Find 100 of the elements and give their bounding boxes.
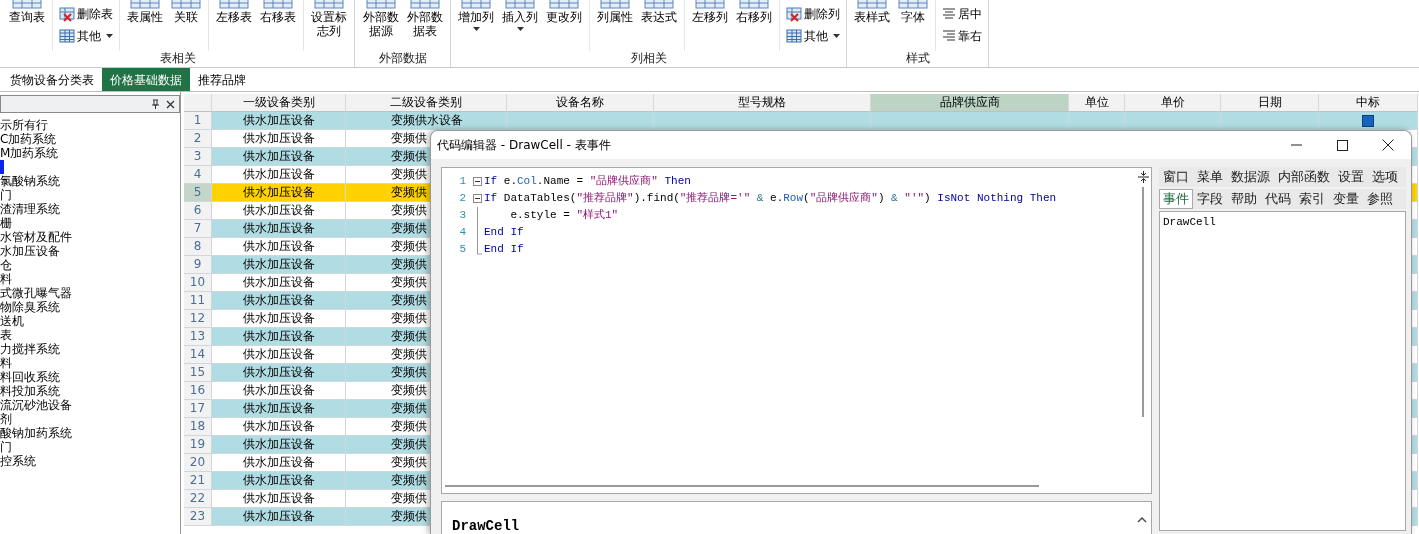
table-cell: 供水加压设备 <box>212 112 346 130</box>
row-number: 14 <box>184 346 212 364</box>
row-number: 12 <box>184 310 212 328</box>
ribbon-button[interactable]: 其他 <box>786 25 841 47</box>
row-number: 9 <box>184 256 212 274</box>
tree-item[interactable]: 控系统 <box>0 454 36 468</box>
row-number: 18 <box>184 418 212 436</box>
ribbon-button[interactable]: 设置标志列 <box>310 0 349 38</box>
row-number: 11 <box>184 292 212 310</box>
grid-icon <box>786 28 803 44</box>
row-number: 8 <box>184 238 212 256</box>
ribbon-button[interactable]: 更改列 <box>545 0 584 24</box>
ribbon-button[interactable]: 表属性 <box>126 0 164 24</box>
tree-item[interactable]: 门 <box>0 440 12 454</box>
code-line: e.style = "样式1" <box>509 208 619 224</box>
ribbon-button[interactable]: 删除表 <box>59 3 113 25</box>
row-number: 19 <box>184 436 212 454</box>
tree-item[interactable]: 示所有行 <box>0 118 48 132</box>
ribbon-button[interactable]: 字体 <box>897 0 930 24</box>
ribbon-button[interactable]: 靠右 <box>942 25 983 47</box>
grid-icon <box>171 0 201 10</box>
ribbon-button[interactable]: 列属性 <box>596 0 635 24</box>
close-icon <box>166 99 175 109</box>
grid-icon <box>549 0 580 10</box>
minimize-icon <box>1290 144 1302 146</box>
tree-item[interactable]: 流沉砂池设备 <box>0 398 72 412</box>
pin-icon <box>151 98 160 110</box>
tree-item[interactable]: 料 <box>0 272 12 286</box>
helper-tab[interactable]: 字段 <box>1193 189 1227 209</box>
tree-item[interactable]: 力搅拌系统 <box>0 342 60 356</box>
row-number: 20 <box>184 454 212 472</box>
tree-item[interactable]: 栅 <box>0 216 12 230</box>
tree-item[interactable]: 式微孔曝气器 <box>0 286 72 300</box>
align-right-icon <box>942 29 957 43</box>
tree-item[interactable]: 剂 <box>0 412 12 426</box>
helper-tab[interactable]: 变量 <box>1329 189 1363 209</box>
ribbon-button[interactable]: 居中 <box>942 3 983 25</box>
helper-tab[interactable]: 参照 <box>1363 189 1397 209</box>
ribbon-button[interactable]: 表达式 <box>640 0 679 24</box>
tree-item[interactable]: 水加压设备 <box>0 244 60 258</box>
tree-item[interactable]: M加药系统 <box>0 146 59 160</box>
checkbox[interactable] <box>1362 115 1374 127</box>
tree-item[interactable]: 料 <box>0 356 12 370</box>
ribbon-button[interactable]: 表样式 <box>853 0 892 24</box>
ribbon-button[interactable]: 增加列 <box>457 0 496 32</box>
table-cell: 供水加压设备 <box>212 256 346 274</box>
tree-item[interactable]: 渣清理系统 <box>0 202 60 216</box>
ribbon-button[interactable]: 删除列 <box>786 3 841 25</box>
tree-item[interactable] <box>0 160 4 174</box>
table-cell: 供水加压设备 <box>212 148 346 166</box>
grid-icon <box>461 0 492 10</box>
code-editor[interactable]: 1 If e.Col.Name = "品牌供应商" Then 2 If DataTables("推荐品牌").find("推荐品牌='" & e.Row("品牌供应商") & "'") IsNot Nothing Then 3 e.style = "样式1" 4 End If 5 End If <box>441 167 1152 494</box>
helper-tab[interactable]: 代码 <box>1261 189 1295 209</box>
tree-item[interactable]: 门 <box>0 188 12 202</box>
table-cell: 供水加压设备 <box>212 364 346 382</box>
sheet-tab[interactable]: 货物设备分类表 <box>2 68 102 91</box>
sheet-tab[interactable]: 推荐品牌 <box>190 68 254 91</box>
tree-item[interactable]: 物除臭系统 <box>0 300 60 314</box>
table-cell: 供水加压设备 <box>212 400 346 418</box>
delete-table-icon <box>59 6 75 22</box>
tree-item[interactable]: 料投加系统 <box>0 384 60 398</box>
scrollbar-thumb[interactable] <box>445 485 1039 487</box>
grid-icon <box>263 0 293 10</box>
helper-tab[interactable]: 菜单 <box>1193 167 1227 187</box>
helper-tab[interactable]: 帮助 <box>1227 189 1261 209</box>
ribbon-button[interactable]: 查询表 <box>8 0 46 24</box>
list-item[interactable]: DrawCell <box>1163 214 1216 231</box>
tree-item[interactable]: 水管材及配件 <box>0 230 72 244</box>
grid-icon <box>314 0 345 10</box>
ribbon-button[interactable]: 左移列 <box>691 0 730 24</box>
sheet-tab[interactable]: 价格基础数据 <box>102 68 190 91</box>
ribbon-button[interactable]: 右移列 <box>735 0 774 24</box>
scrollbar-thumb[interactable] <box>1142 187 1144 417</box>
helper-tab[interactable]: 设置 <box>1334 167 1368 187</box>
ribbon-button[interactable]: 外部数据表 <box>405 0 445 38</box>
tree-item[interactable]: 表 <box>0 328 12 342</box>
helper-tab[interactable]: 内部函数 <box>1274 167 1334 187</box>
ribbon-button[interactable]: 右移表 <box>259 0 297 24</box>
line-number: 4 <box>458 225 467 241</box>
tree-item[interactable]: 氯酸钠系统 <box>0 174 60 188</box>
helper-tab[interactable]: 选项 <box>1368 167 1402 187</box>
column-header[interactable]: 品牌供应商 <box>871 94 1069 112</box>
grid-icon <box>12 0 42 10</box>
row-number: 1 <box>184 112 212 130</box>
grid-icon <box>219 0 249 10</box>
helper-tab[interactable]: 事件 <box>1159 189 1193 209</box>
ribbon-button[interactable]: 关联 <box>170 0 202 24</box>
ribbon-button[interactable]: 其他 <box>59 25 113 47</box>
ribbon-button[interactable]: 插入列 <box>501 0 540 32</box>
tree-item[interactable]: 仓 <box>0 258 12 272</box>
helper-tab[interactable]: 索引 <box>1295 189 1329 209</box>
ribbon-button[interactable]: 外部数据源 <box>361 0 400 38</box>
helper-tab[interactable]: 数据源 <box>1227 167 1274 187</box>
table-row[interactable]: 1 供水加压设备 变频供水设备 <box>184 112 1418 130</box>
helper-tab[interactable]: 窗口 <box>1159 167 1193 187</box>
tree-item[interactable]: 酸钠加药系统 <box>0 426 72 440</box>
ribbon-button[interactable]: 左移表 <box>215 0 253 24</box>
tree-item[interactable]: 送机 <box>0 314 24 328</box>
tree-item[interactable]: 料回收系统 <box>0 370 60 384</box>
tree-item[interactable]: C加药系统 <box>0 132 57 146</box>
